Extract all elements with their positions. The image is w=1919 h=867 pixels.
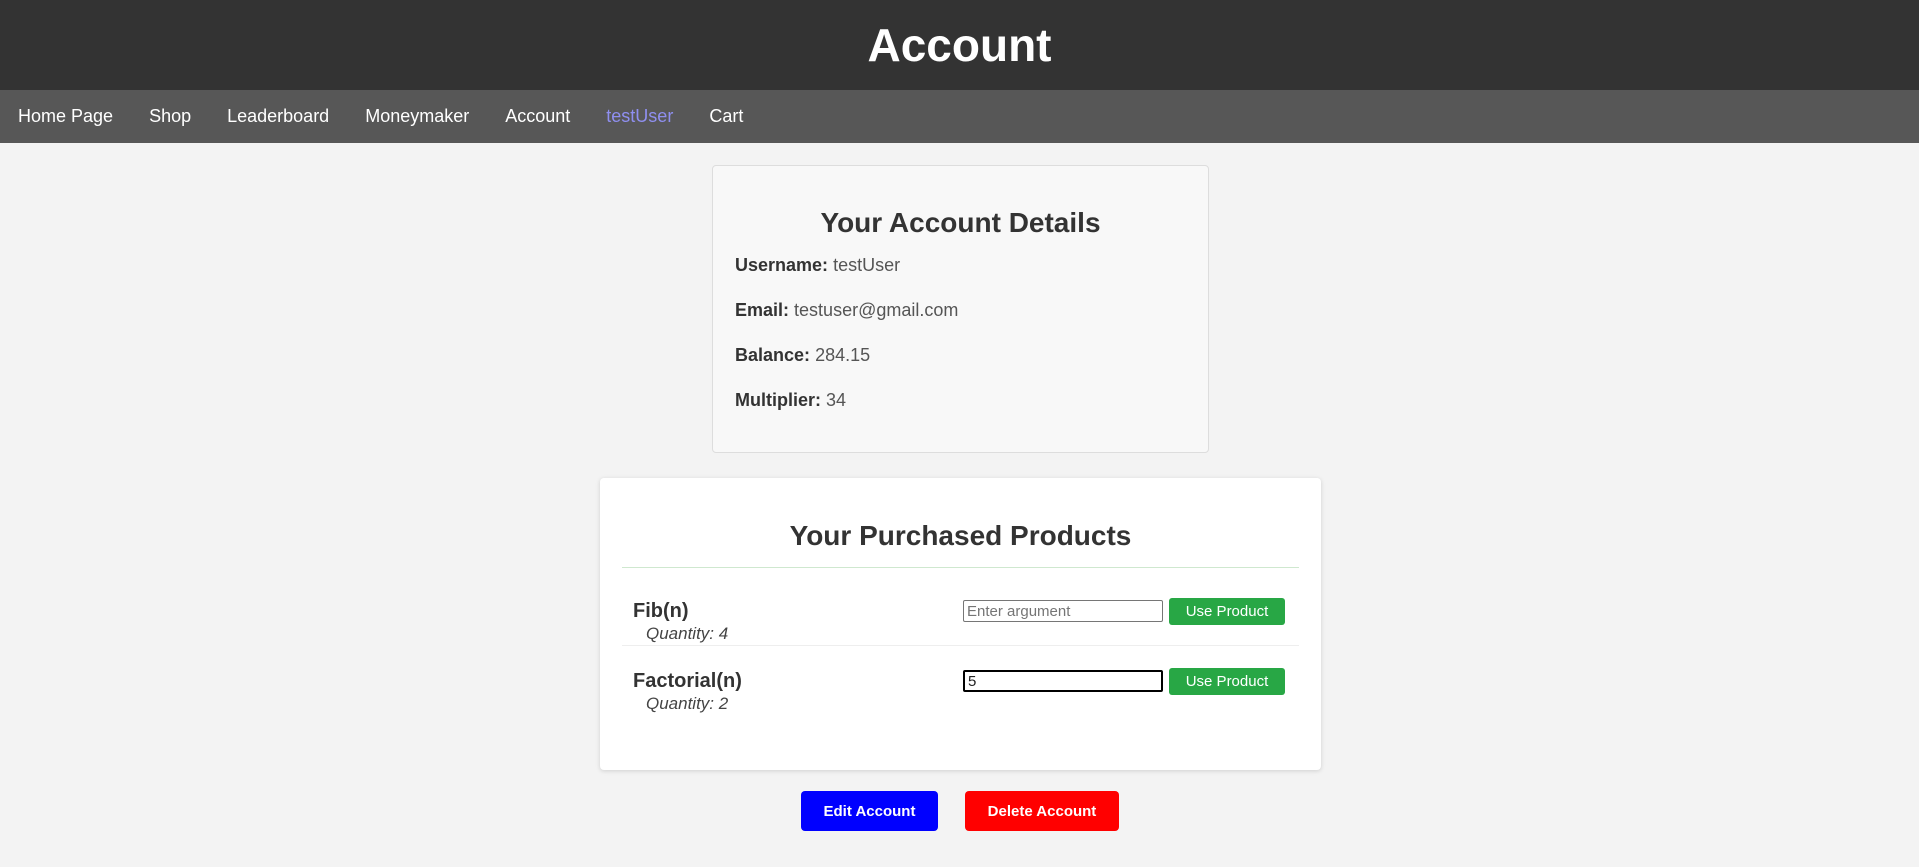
nav-bar: Home Page Shop Leaderboard Moneymaker Ac… [0,90,1919,143]
detail-email: Email: testuser@gmail.com [735,300,1186,321]
detail-multiplier: Multiplier: 34 [735,390,1186,411]
detail-label: Username: [735,255,829,275]
purchased-products-card: Your Purchased Products Fib(n) Quantity:… [600,478,1321,770]
product-quantity: Quantity: 4 [646,624,729,643]
detail-label: Multiplier: [735,390,821,410]
detail-username: Username: testUser [735,255,1186,276]
use-product-button[interactable]: Use Product [1169,668,1285,695]
product-row-fib: Fib(n) Quantity: 4 Use Product [622,568,1299,646]
delete-account-button[interactable]: Delete Account [965,791,1119,831]
product-row-factorial: Factorial(n) Quantity: 2 Use Product [622,646,1299,724]
account-details-card: Your Account Details Username: testUser … [712,165,1209,453]
detail-value: 284.15 [815,345,871,365]
purchased-products-title: Your Purchased Products [622,478,1299,568]
nav-item-user-profile[interactable]: testUser [588,90,691,143]
argument-input[interactable] [963,670,1163,692]
detail-label: Email: [735,300,790,320]
nav-item-moneymaker[interactable]: Moneymaker [347,90,487,143]
nav-item-cart[interactable]: Cart [691,90,761,143]
product-quantity: Quantity: 2 [646,694,729,713]
nav-item-leaderboard[interactable]: Leaderboard [209,90,347,143]
detail-balance: Balance: 284.15 [735,345,1186,366]
nav-item-home-page[interactable]: Home Page [0,90,131,143]
product-name: Fib(n) [633,600,689,622]
nav-item-account[interactable]: Account [487,90,588,143]
detail-value: 34 [826,390,847,410]
account-details-title: Your Account Details [820,207,1101,238]
detail-label: Balance: [735,345,811,365]
product-name: Factorial(n) [633,670,742,692]
argument-input[interactable] [963,600,1163,622]
detail-value: testUser [833,255,901,275]
use-product-button[interactable]: Use Product [1169,598,1285,625]
nav-item-shop[interactable]: Shop [131,90,209,143]
page-title: Account [867,19,1052,71]
detail-value: testuser@gmail.com [794,300,959,320]
page-header: Account [0,0,1919,90]
edit-account-button[interactable]: Edit Account [801,791,938,831]
